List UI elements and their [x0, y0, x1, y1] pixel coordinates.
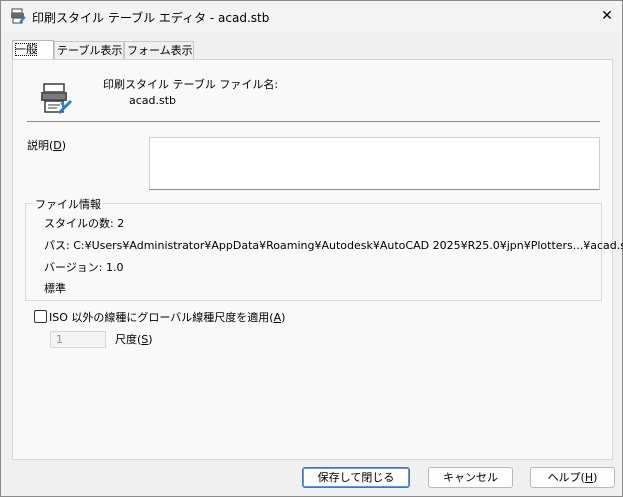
dialog-window: 印刷スタイル テーブル エディタ - acad.stb ✕ 一般 テーブル表示 …: [0, 0, 623, 497]
scale-label: 尺度(S): [115, 333, 153, 346]
cancel-button[interactable]: キャンセル: [428, 467, 513, 488]
close-button[interactable]: ✕: [592, 1, 622, 31]
apply-global-scale-label[interactable]: ISO 以外の線種にグローバル線種尺度を適用(A): [49, 309, 285, 325]
separator: [27, 121, 600, 122]
tab-general[interactable]: 一般: [12, 40, 54, 60]
file-name-label: 印刷スタイル テーブル ファイル名:: [103, 78, 279, 91]
help-button[interactable]: ヘルプ(H): [530, 467, 615, 488]
title-bar: 印刷スタイル テーブル エディタ - acad.stb ✕: [1, 1, 622, 32]
version-text: バージョン: 1.0: [44, 261, 124, 274]
style-count-text: スタイルの数: 2: [44, 217, 125, 230]
apply-global-scale-checkbox[interactable]: [34, 310, 47, 323]
path-text: パス: C:¥Users¥Administrator¥AppData¥Roami…: [44, 239, 623, 252]
file-info-title: ファイル情報: [33, 196, 103, 212]
tab-form-view-label: フォーム表示: [127, 44, 193, 57]
save-and-close-button[interactable]: 保存して閉じる: [302, 467, 410, 488]
close-icon: ✕: [601, 8, 613, 24]
tab-table-view-label: テーブル表示: [57, 44, 123, 57]
window-title: 印刷スタイル テーブル エディタ - acad.stb: [32, 11, 270, 25]
plotter-style-table-icon: [39, 83, 75, 115]
description-label: 説明(D): [27, 139, 67, 152]
scale-input[interactable]: 1: [50, 331, 106, 348]
tab-table-view[interactable]: テーブル表示: [54, 41, 124, 59]
tab-general-label: 一般: [15, 43, 37, 56]
standard-text: 標準: [44, 282, 66, 295]
file-name-value: acad.stb: [129, 94, 177, 107]
plotter-style-icon: [10, 8, 26, 24]
tab-form-view[interactable]: フォーム表示: [124, 41, 194, 59]
description-field[interactable]: [149, 137, 600, 190]
